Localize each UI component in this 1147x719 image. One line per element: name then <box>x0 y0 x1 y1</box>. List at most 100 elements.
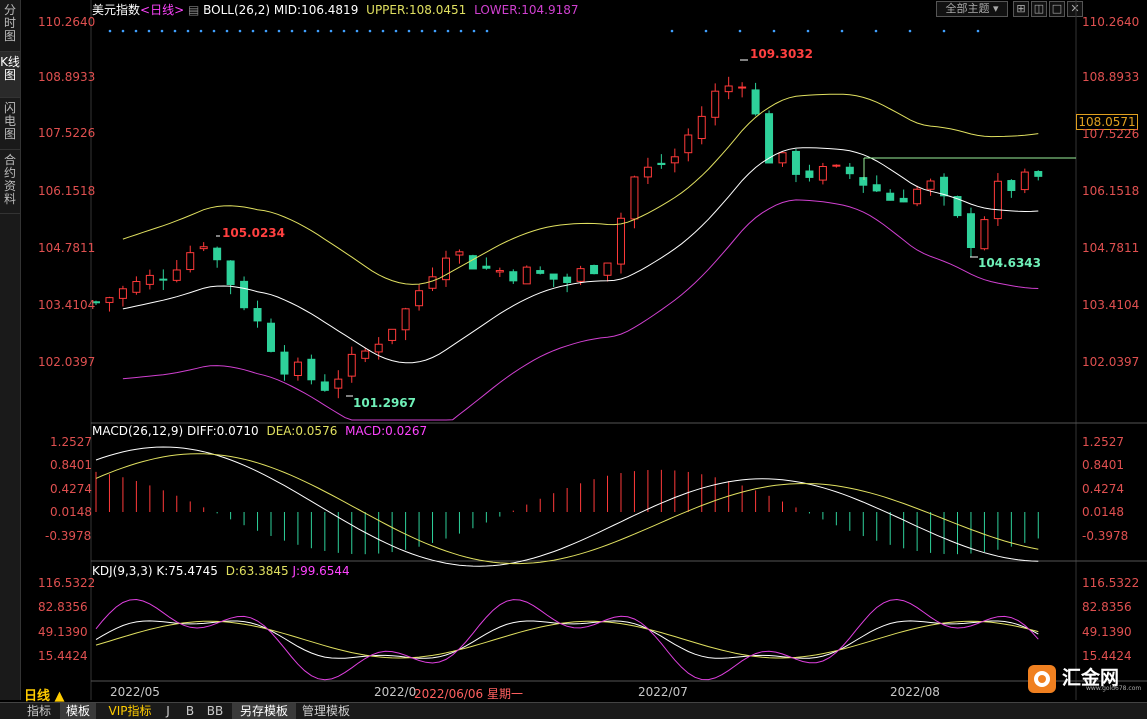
candle-body <box>172 269 181 281</box>
candle-body <box>791 150 800 175</box>
signal-dot <box>485 29 489 33</box>
candle-body <box>388 328 397 341</box>
signal-dot <box>420 29 424 33</box>
macd-axis-left-5: -0.3978 <box>45 529 92 543</box>
signal-dot <box>225 29 229 33</box>
candle-body <box>966 213 975 249</box>
signal-dot <box>459 29 463 33</box>
candle-body <box>145 274 154 285</box>
tab-indicator[interactable]: 指标 <box>24 703 54 719</box>
candle-body <box>536 270 545 274</box>
macd-axis-right-3: 0.4274 <box>1082 482 1124 496</box>
candle-body <box>253 308 262 322</box>
signal-dot <box>212 29 216 33</box>
candle-body <box>1020 171 1029 191</box>
macd-axis-left-2: 0.8401 <box>50 458 92 472</box>
candle-body <box>886 192 895 201</box>
macd-axis-right-4: 0.0148 <box>1082 505 1124 519</box>
boll-upper-line <box>122 93 1039 285</box>
candle-body <box>576 268 585 282</box>
candle-body <box>778 152 787 164</box>
candle-body <box>657 162 666 166</box>
x-axis-label-jun: 2022/0 <box>374 685 417 699</box>
candle-body <box>940 176 949 197</box>
candle-body <box>455 251 464 256</box>
candle-body <box>926 180 935 190</box>
signal-dot <box>277 29 281 33</box>
signal-dot <box>134 29 138 33</box>
kdj-j-line <box>95 598 1039 681</box>
signal-dot <box>704 29 708 33</box>
candle-body <box>643 166 652 178</box>
candle-body <box>347 353 356 377</box>
candle-body <box>186 252 195 271</box>
signal-dot <box>738 29 742 33</box>
kdj-axis-right-2: 82.8356 <box>1082 600 1132 614</box>
x-axis-cursor-date: 2022/06/06 星期一 <box>414 687 523 701</box>
candle-body <box>266 322 275 352</box>
kline-chart[interactable]: 105.0234 109.3032 101.2967 104.6343 <box>0 0 1147 700</box>
candle-body <box>818 165 827 181</box>
kdj-axis-right-4: 15.4424 <box>1082 649 1132 663</box>
y-axis-left-3: 107.5226 <box>38 126 96 140</box>
signal-dot <box>472 29 476 33</box>
candle-body <box>805 170 814 178</box>
candle-body <box>845 166 854 175</box>
signal-dot <box>238 29 242 33</box>
candle-body <box>320 381 329 391</box>
kdj-axis-left-3: 49.1390 <box>38 625 88 639</box>
kdj-axis-left-4: 15.4424 <box>38 649 88 663</box>
tab-save-template[interactable]: 另存模板 <box>232 703 296 719</box>
candle-body <box>401 308 410 331</box>
signal-dot <box>942 29 946 33</box>
signal-dot <box>394 29 398 33</box>
kdj-k: K:75.4745 <box>156 564 218 578</box>
candle-body <box>509 271 518 282</box>
kdj-axis-right-1: 116.5322 <box>1082 576 1140 590</box>
macd-header: MACD(26,12,9) DIFF:0.0710 DEA:0.0576 MAC… <box>92 424 427 438</box>
candle-body <box>563 276 572 283</box>
candle-body <box>159 278 168 281</box>
y-axis-left-4: 106.1518 <box>38 184 96 198</box>
macd-panel <box>95 446 1039 567</box>
signal-dot <box>199 29 203 33</box>
candle-body <box>361 350 370 359</box>
macd-dea: DEA:0.0576 <box>266 424 338 438</box>
tab-manage-template[interactable]: 管理模板 <box>298 703 354 719</box>
y-axis-right-4: 106.1518 <box>1082 184 1140 198</box>
candle-body <box>199 246 208 250</box>
kdj-axis-left-1: 116.5322 <box>38 576 96 590</box>
candle-body <box>374 343 383 353</box>
signal-dot <box>433 29 437 33</box>
tab-vip-indicator[interactable]: VIP指标 <box>102 703 158 719</box>
tab-b[interactable]: B <box>182 703 198 719</box>
candle-body <box>724 85 733 93</box>
logo-url: www.gold678.com <box>1086 685 1142 692</box>
tab-j[interactable]: J <box>160 703 176 719</box>
y-axis-right-5: 104.7811 <box>1082 241 1140 255</box>
x-axis-label-jul: 2022/07 <box>638 685 688 699</box>
signal-dot <box>160 29 164 33</box>
candle-body <box>307 358 316 381</box>
candle-body <box>522 266 531 285</box>
signal-dot <box>290 29 294 33</box>
boll-lines <box>108 29 1039 421</box>
kdj-axis-left-2: 82.8356 <box>38 600 88 614</box>
signal-dot <box>186 29 190 33</box>
boll-mid-line <box>122 147 1039 364</box>
y-axis-left-7: 102.0397 <box>38 355 96 369</box>
candle-body <box>711 90 720 118</box>
y-axis-right-7: 102.0397 <box>1082 355 1140 369</box>
macd-axis-right-2: 0.8401 <box>1082 458 1124 472</box>
macd-diff: DIFF:0.0710 <box>186 424 259 438</box>
tab-template[interactable]: 模板 <box>60 703 96 719</box>
annotation-low2: 104.6343 <box>978 256 1041 270</box>
tab-bb[interactable]: BB <box>204 703 226 719</box>
candle-body <box>590 264 599 275</box>
candle-body <box>980 219 989 250</box>
kdj-header: KDJ(9,3,3) K:75.4745 D:63.3845 J:99.6544 <box>92 564 350 578</box>
bottom-tab-bar: 指标 模板 VIP指标 J B BB 另存模板 管理模板 <box>0 702 1147 719</box>
annotation-low1: 101.2967 <box>353 396 416 410</box>
signal-dot <box>329 29 333 33</box>
candle-body <box>118 288 127 299</box>
